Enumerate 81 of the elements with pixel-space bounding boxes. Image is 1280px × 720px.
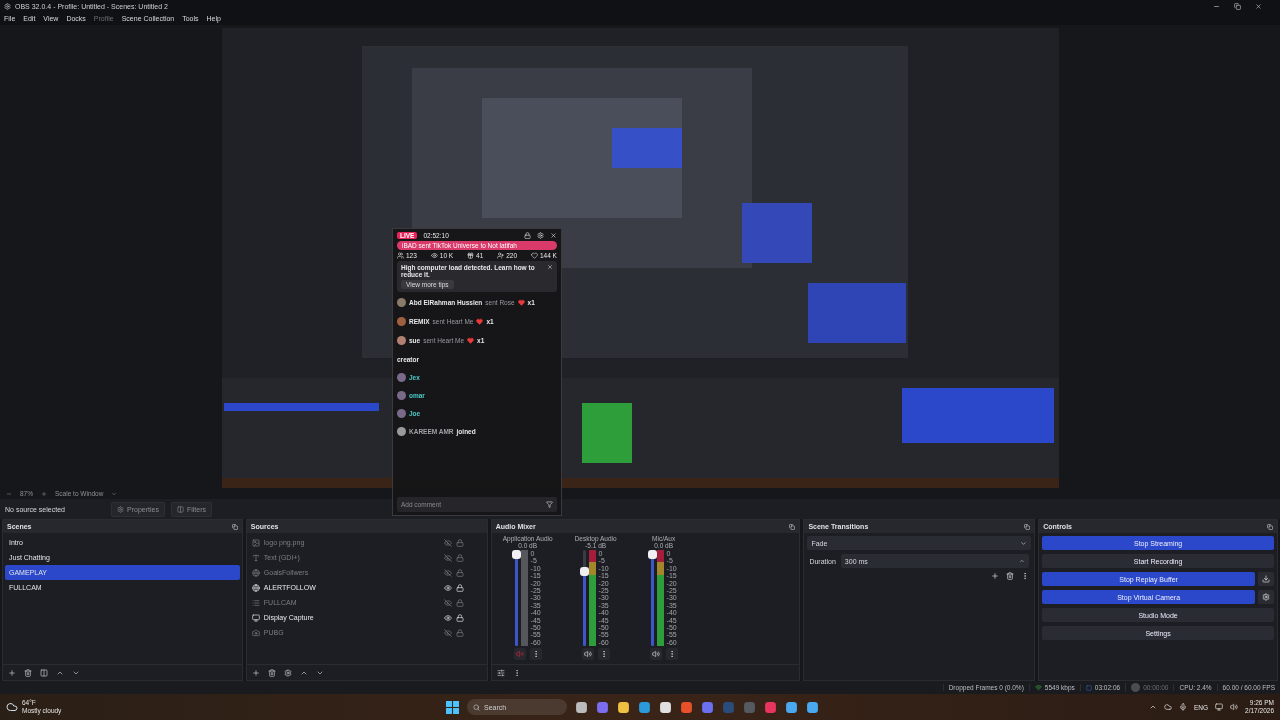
settings-button[interactable] [1258,590,1274,604]
gear-icon [1262,593,1270,601]
speaker-icon [583,650,592,658]
camera-icon [251,628,260,637]
eye-icon[interactable] [443,583,452,592]
download-icon [1262,575,1270,583]
eye-off-icon[interactable] [443,628,452,637]
app-icon[interactable] [617,700,630,714]
image-icon [251,538,260,547]
people-icon [397,252,404,259]
undock-icon[interactable] [1024,523,1031,530]
weather-icon [6,701,18,713]
tray-expand-icon[interactable] [1149,703,1157,711]
more-button[interactable] [597,648,610,660]
search-icon [473,703,480,711]
close-icon[interactable] [547,264,553,270]
speaker-icon[interactable] [1230,703,1239,711]
lock-icon[interactable] [524,232,531,239]
muted-speaker-icon [515,650,524,658]
volume-slider[interactable] [514,550,518,646]
delete-icon[interactable] [267,668,276,677]
avatar [397,298,406,307]
undock-icon[interactable] [1267,523,1273,530]
avatar [397,317,406,326]
settings-icon[interactable] [537,232,544,239]
save-replay-button[interactable] [1258,572,1274,586]
spinner-icon [1019,558,1026,564]
undock-icon[interactable] [789,523,796,530]
speaker-button[interactable] [581,648,594,660]
app-icon[interactable] [575,700,588,714]
network-icon[interactable] [1215,703,1224,711]
start-icon[interactable] [446,700,459,714]
eye-off-icon[interactable] [443,568,452,577]
add-icon[interactable] [991,572,1000,580]
list-icon [251,598,260,607]
delete-icon[interactable] [1006,572,1015,580]
eye-icon [430,252,438,259]
undock-icon[interactable] [231,523,238,530]
more-button[interactable] [665,648,678,660]
eye-icon[interactable] [443,613,452,622]
filter-icon [176,505,184,513]
restore-icon[interactable] [1234,2,1241,10]
text-icon [251,553,260,562]
app-icon[interactable] [638,700,651,714]
volume-slider[interactable] [650,550,654,646]
speaker-button[interactable] [649,648,662,660]
app-icon[interactable] [806,700,819,714]
gear-icon[interactable] [283,668,292,677]
globe-icon [251,568,260,577]
eye-off-icon[interactable] [443,553,452,562]
filter-icon[interactable] [40,668,48,677]
person-icon [497,252,505,259]
lock-icon[interactable] [455,583,464,592]
volume-slider[interactable] [582,550,586,646]
record-icon [1131,683,1141,692]
app-icon[interactable] [659,700,672,714]
avatar [397,336,406,345]
close-icon[interactable] [1255,2,1262,10]
filter-icon[interactable] [546,501,553,508]
stream-icon [1085,684,1092,691]
speaker-icon [651,650,660,658]
signal-icon [1034,684,1042,691]
add-icon[interactable] [251,668,260,677]
globe-icon [251,583,260,592]
cloud-icon[interactable] [1164,703,1172,711]
monitor-icon [251,613,260,622]
delete-icon[interactable] [24,668,32,677]
heart-icon [530,252,538,259]
app-icon[interactable] [785,700,798,714]
mic-icon[interactable] [1179,703,1187,711]
dropdown-icon [1020,539,1028,547]
app-logo-icon [4,2,11,10]
eye-off-icon[interactable] [443,598,452,607]
add-icon[interactable] [8,668,16,677]
eye-off-icon[interactable] [443,538,452,547]
close-icon[interactable] [550,232,557,239]
dropdown-icon [111,490,118,497]
lock-icon[interactable] [455,613,464,622]
mixer-settings-icon[interactable] [496,668,505,677]
more-button[interactable] [529,648,542,660]
gear-icon [117,505,124,513]
